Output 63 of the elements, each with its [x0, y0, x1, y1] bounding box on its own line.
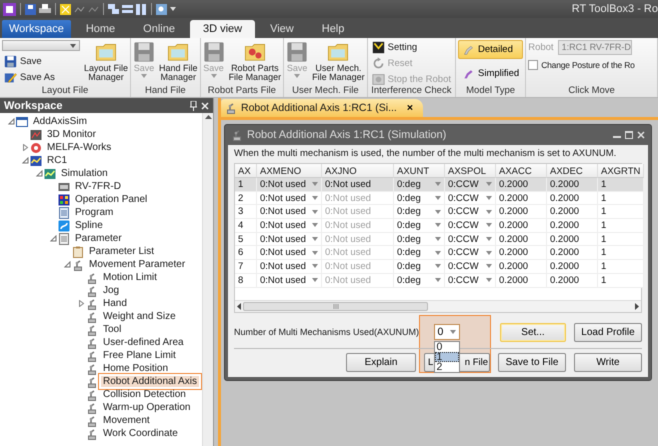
table-cell: 0.2000 — [496, 260, 547, 274]
table-cell: 1 — [598, 219, 644, 233]
table-cell: 0.2000 — [496, 232, 547, 246]
column-header: AXGRTN — [598, 164, 644, 178]
table-cell: 1 — [598, 260, 644, 274]
field-label: Number of Multi Mechanisms Used(AXUNUM) — [234, 327, 420, 337]
checkbox-label: Change Posture of the Ro — [541, 60, 635, 70]
table-cell: 7 — [235, 260, 257, 274]
table-cell: 1 — [598, 274, 644, 288]
table-cell: 6 — [235, 246, 257, 260]
table-cell: 1 — [598, 178, 644, 192]
table-cell: 0:Not used — [322, 274, 394, 288]
table-cell: 1 — [598, 232, 644, 246]
group-label: Hand File — [144, 85, 186, 97]
table-cell: 0:Not used — [322, 205, 394, 220]
window-title: Robot Additional Axis 1:RC1 (Simulation) — [247, 129, 446, 141]
table-cell: 2 — [235, 192, 257, 206]
group-label: Click Move — [568, 85, 615, 97]
table-cell: 0.2000 — [547, 260, 598, 274]
table-cell: 1 — [598, 205, 644, 220]
table-cell: 0.2000 — [496, 205, 547, 220]
tab-label: Robot Additional Axis 1:RC1 (Si... — [241, 102, 397, 114]
column-header: AXSPOL — [445, 164, 496, 178]
table-cell: 0:Not used — [322, 232, 394, 246]
info-text: When the multi mechanism is used, the number of the multi mechanism is set to AXUNUM. — [234, 148, 616, 160]
column-header: AX — [235, 164, 257, 178]
table-cell: 1 — [598, 246, 644, 260]
table-cell: 0.2000 — [547, 246, 598, 260]
table-cell: 0.2000 — [496, 246, 547, 260]
table-cell: 4 — [235, 219, 257, 233]
group-label: User Mech. File — [292, 85, 359, 97]
table-cell: 0.2000 — [496, 178, 547, 192]
panel-title: Workspace — [4, 100, 62, 112]
table-cell: 0:Not used — [322, 219, 394, 233]
column-header: AXJNO — [322, 164, 394, 178]
table-cell: 0.2000 — [496, 192, 547, 206]
table-cell: 0.2000 — [547, 219, 598, 233]
table-cell: 5 — [235, 232, 257, 246]
group-label: Layout File — [42, 85, 88, 97]
group-label: Interference Check — [371, 85, 452, 97]
table-cell: 0:Not used — [322, 246, 394, 260]
column-header: AXDEC — [547, 164, 598, 178]
column-header: AXUNT — [394, 164, 445, 178]
table-cell: 0:Not used — [322, 192, 394, 206]
table-cell: 0.2000 — [547, 232, 598, 246]
window-title: RT ToolBox3 - Ro — [572, 3, 658, 15]
table-cell: 0.2000 — [547, 274, 598, 288]
table-cell: 0.2000 — [547, 178, 598, 192]
table-cell: 0:Not used — [322, 178, 394, 192]
table-cell: 1 — [598, 192, 644, 206]
table-cell: 0.2000 — [496, 274, 547, 288]
table-cell: 3 — [235, 205, 257, 220]
table-cell: 0.2000 — [547, 192, 598, 206]
table-cell: 0.2000 — [547, 205, 598, 220]
column-header: AXMENO — [257, 164, 322, 178]
table-cell: 0.2000 — [496, 219, 547, 233]
field-label: Robot — [528, 42, 554, 53]
table-cell: 8 — [235, 274, 257, 288]
group-label: Model Type — [466, 85, 516, 97]
group-label: Robot Parts File — [208, 85, 276, 97]
table-cell: 1 — [235, 178, 257, 192]
column-header: AXACC — [496, 164, 547, 178]
table-cell: 0:Not used — [322, 260, 394, 274]
